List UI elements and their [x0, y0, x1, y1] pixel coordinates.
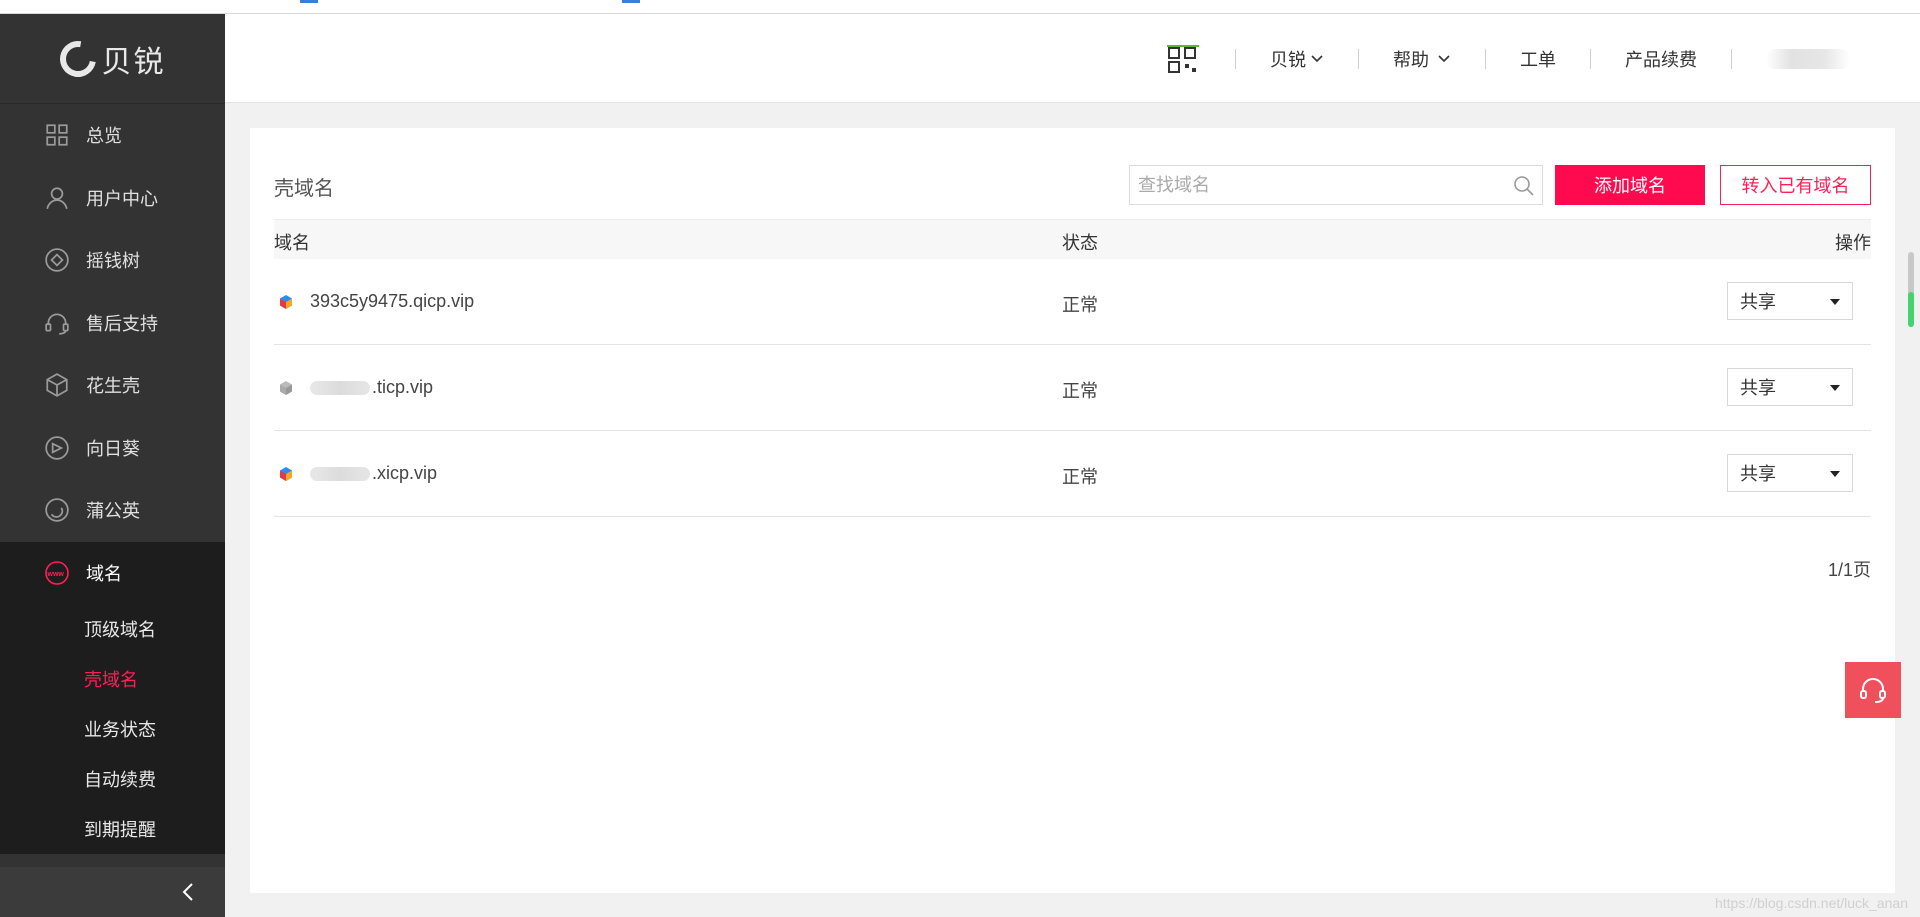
user-icon	[44, 185, 70, 211]
watermark: https://blog.csdn.net/luck_anan	[1714, 895, 1908, 911]
header-menu-label: 帮助	[1393, 49, 1429, 70]
header-menu-label: 工单	[1520, 49, 1556, 70]
action-select-value: 共享	[1740, 378, 1776, 398]
remote-icon	[44, 435, 70, 461]
header-menu-help[interactable]: 帮助	[1359, 46, 1485, 72]
page-title: 壳域名	[274, 178, 334, 200]
transfer-domain-button[interactable]: 转入已有域名	[1720, 165, 1871, 205]
shell-cube-icon	[280, 295, 292, 309]
sidebar-item-label: 摇钱树	[86, 251, 140, 272]
header-menu-label: 产品续费	[1625, 49, 1697, 70]
top-header: 贝锐 帮助 工单 产品续费	[225, 14, 1920, 103]
sidebar-subitem-business-status[interactable]: 业务状态	[0, 704, 225, 754]
domain-list-card: 壳域名 添加域名 转入已有域名 域名 状态 操作 393c5y9475.qicp…	[250, 128, 1895, 893]
sidebar-item-pgy[interactable]: 蒲公英	[0, 479, 225, 542]
domain-name[interactable]: 393c5y9475.qicp.vip	[310, 291, 474, 312]
table-row: 393c5y9475.qicp.vip 正常 共享	[274, 259, 1871, 345]
sidebar-subitem-auto-renew[interactable]: 自动续费	[0, 754, 225, 804]
shell-cube-icon	[280, 467, 292, 481]
action-select[interactable]: 共享	[1727, 454, 1853, 492]
swirl-icon	[44, 497, 70, 523]
chevron-down-icon	[1438, 54, 1450, 62]
domain-status: 正常	[1062, 467, 1098, 487]
domain-name[interactable]: .xicp.vip	[310, 463, 437, 484]
sidebar-item-label: 蒲公英	[86, 501, 140, 522]
header-menu-ticket[interactable]: 工单	[1486, 46, 1590, 72]
sidebar-item-user-center[interactable]: 用户中心	[0, 167, 225, 230]
browser-top-strip	[0, 0, 1920, 14]
search-input[interactable]	[1130, 166, 1490, 204]
domain-name-suffix: .xicp.vip	[372, 463, 438, 483]
sidebar-item-label: 域名	[86, 563, 122, 584]
sidebar-subitem-shell-domain[interactable]: 壳域名	[0, 654, 225, 704]
sidebar-nav: 总览 用户中心 摇钱树 售后支持 花生壳 向日葵 蒲公英	[0, 104, 225, 542]
sidebar-item-label: 售后支持	[86, 313, 158, 334]
pagination-info: 1/1页	[1827, 560, 1871, 580]
table-header: 域名 状态 操作	[274, 219, 1871, 259]
logo-text: 贝锐	[101, 45, 166, 79]
sidebar-item-label: 用户中心	[86, 188, 158, 209]
qrcode-button[interactable]	[1133, 44, 1235, 74]
sidebar-item-domain[interactable]: www 域名	[0, 542, 225, 605]
svg-text:www: www	[47, 571, 65, 578]
header-menu-label: 贝锐	[1270, 49, 1306, 70]
search-icon[interactable]	[1512, 174, 1536, 198]
blurred-text	[310, 381, 370, 396]
headset-icon	[1860, 678, 1886, 703]
action-select-value: 共享	[1740, 464, 1776, 484]
chevron-left-icon	[182, 883, 193, 901]
sidebar-group-domain: www 域名 顶级域名 壳域名 业务状态 自动续费 到期提醒	[0, 541, 225, 854]
sidebar: 贝锐 总览 用户中心 摇钱树 售后支持 花生壳 向日葵 蒲公英 www 域名 顶…	[0, 14, 225, 917]
grid-icon	[44, 122, 70, 148]
www-icon: www	[44, 560, 70, 586]
sidebar-item-overview[interactable]: 总览	[0, 104, 225, 167]
caret-down-icon	[1830, 299, 1840, 305]
scrollbar-thumb[interactable]	[1908, 292, 1914, 327]
table-row: .ticp.vip 正常 共享	[274, 345, 1871, 431]
shell-cube-icon	[280, 381, 292, 395]
sidebar-item-label: 总览	[86, 126, 122, 147]
user-menu[interactable]	[1732, 48, 1920, 69]
header-menu-renew[interactable]: 产品续费	[1591, 46, 1731, 72]
sidebar-item-money-tree[interactable]: 摇钱树	[0, 229, 225, 292]
header-menu-oray[interactable]: 贝锐	[1236, 46, 1358, 72]
domain-status: 正常	[1062, 381, 1098, 401]
blurred-text	[310, 467, 370, 482]
diamond-icon	[44, 247, 70, 273]
logo-mark-icon	[52, 33, 103, 84]
sidebar-subitem-top-domain[interactable]: 顶级域名	[0, 604, 225, 654]
column-header-domain: 域名	[274, 233, 310, 253]
sidebar-subitem-expiry-reminder[interactable]: 到期提醒	[0, 804, 225, 854]
domain-name-suffix: .ticp.vip	[372, 377, 434, 397]
headset-icon	[44, 310, 70, 336]
scrollbar[interactable]	[1908, 252, 1914, 327]
action-select[interactable]: 共享	[1727, 282, 1853, 320]
column-header-action: 操作	[1835, 233, 1871, 253]
sidebar-item-oray[interactable]: 花生壳	[0, 354, 225, 417]
sidebar-collapse-button[interactable]	[0, 867, 225, 917]
domain-name[interactable]: .ticp.vip	[310, 377, 433, 398]
domain-status: 正常	[1062, 295, 1098, 315]
column-header-status: 状态	[1062, 233, 1098, 253]
chevron-down-icon	[1311, 54, 1323, 62]
cube-icon	[44, 372, 70, 398]
search-box	[1129, 165, 1543, 205]
table-row: .xicp.vip 正常 共享	[274, 431, 1871, 517]
qrcode-icon	[1167, 44, 1199, 73]
caret-down-icon	[1830, 385, 1840, 391]
caret-down-icon	[1830, 471, 1840, 477]
sidebar-item-sunlogin[interactable]: 向日葵	[0, 417, 225, 480]
action-select[interactable]: 共享	[1727, 368, 1853, 406]
sidebar-item-label: 花生壳	[86, 376, 140, 397]
logo[interactable]: 贝锐	[0, 14, 225, 104]
sidebar-item-label: 向日葵	[86, 438, 140, 459]
user-name-blurred	[1766, 48, 1850, 69]
action-select-value: 共享	[1740, 292, 1776, 312]
customer-service-button[interactable]	[1845, 662, 1901, 718]
add-domain-button[interactable]: 添加域名	[1555, 165, 1705, 205]
sidebar-item-support[interactable]: 售后支持	[0, 292, 225, 355]
